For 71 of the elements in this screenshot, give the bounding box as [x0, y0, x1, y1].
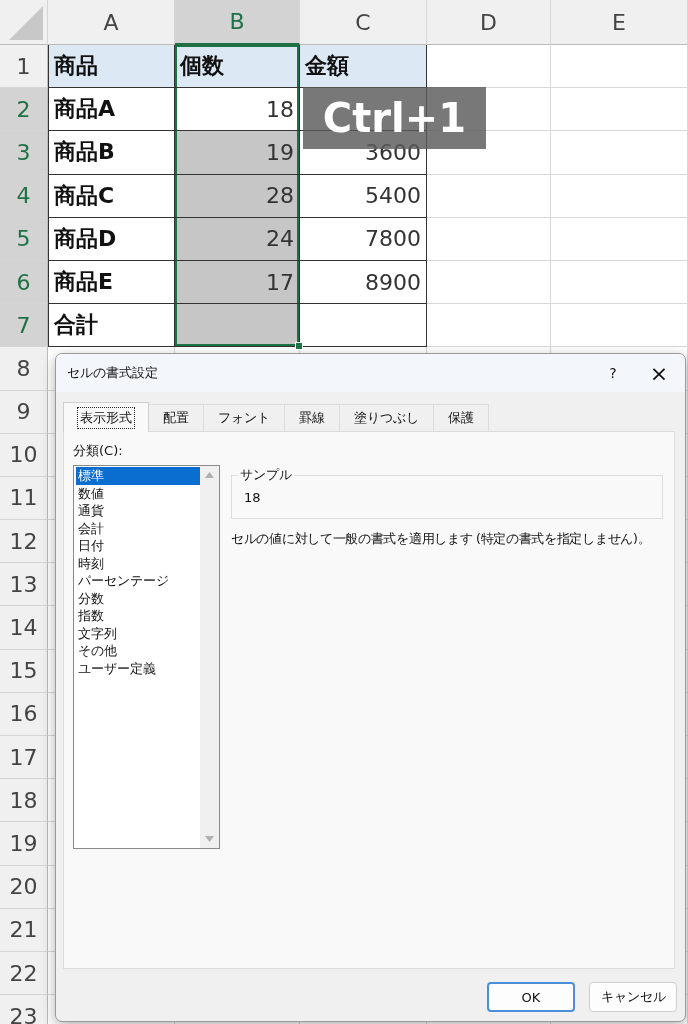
column-header[interactable]: B — [175, 0, 300, 45]
list-item[interactable]: 分数 — [76, 589, 200, 607]
scroll-up-icon[interactable] — [205, 472, 214, 478]
column-header[interactable]: A — [48, 0, 175, 45]
list-item[interactable]: 指数 — [76, 607, 200, 625]
column-header[interactable]: E — [551, 0, 688, 45]
list-item[interactable]: その他 — [76, 642, 200, 660]
table-cell[interactable]: 8900 — [300, 260, 427, 305]
row-header[interactable]: 21 — [0, 908, 48, 952]
row-header[interactable]: 12 — [0, 520, 48, 564]
dialog-title: セルの書式設定 — [67, 364, 159, 382]
row-header[interactable]: 10 — [0, 433, 48, 477]
list-item[interactable]: 日付 — [76, 537, 200, 555]
row-header[interactable]: 17 — [0, 736, 48, 780]
list-item[interactable]: ユーザー定義 — [76, 659, 200, 677]
list-item[interactable]: 通貨 — [76, 502, 200, 520]
field-label: 分類(C): — [73, 442, 124, 460]
row-header[interactable]: 6 — [0, 260, 48, 305]
row-header[interactable]: 7 — [0, 304, 48, 348]
row-header[interactable]: 8 — [0, 347, 48, 391]
table-cell[interactable]: 個数 — [175, 45, 300, 89]
tab[interactable]: 表示形式 — [63, 402, 149, 432]
row-header[interactable]: 20 — [0, 865, 48, 909]
row-header[interactable]: 23 — [0, 995, 48, 1024]
row-header[interactable]: 3 — [0, 131, 48, 175]
table-cell[interactable]: 19 — [175, 131, 300, 175]
row-header[interactable]: 2 — [0, 88, 48, 132]
row-header[interactable]: 9 — [0, 390, 48, 434]
sample-value: 18 — [244, 490, 261, 505]
table-cell[interactable]: 17 — [175, 260, 300, 305]
row-header[interactable]: 5 — [0, 217, 48, 261]
table-cell[interactable]: 28 — [175, 174, 300, 218]
table-cell[interactable]: 5400 — [300, 174, 427, 218]
row-header[interactable]: 13 — [0, 563, 48, 607]
table-cell[interactable]: 商品 — [48, 45, 175, 89]
help-button[interactable]: ? — [593, 365, 633, 381]
row-header[interactable]: 22 — [0, 951, 48, 996]
table-cell[interactable]: 18 — [175, 88, 300, 132]
row-header[interactable]: 19 — [0, 822, 48, 866]
row-header[interactable]: 18 — [0, 779, 48, 823]
shortcut-overlay: Ctrl+1 — [303, 87, 486, 149]
fill-handle[interactable] — [295, 342, 303, 351]
row-header[interactable]: 1 — [0, 45, 48, 89]
row-header[interactable]: 16 — [0, 692, 48, 736]
table-cell[interactable]: 金額 — [300, 45, 427, 89]
scroll-down-icon[interactable] — [205, 836, 214, 842]
list-item[interactable]: 時刻 — [76, 554, 200, 572]
column-header[interactable]: C — [300, 0, 427, 45]
table-cell[interactable]: 商品A — [48, 88, 175, 132]
list-item[interactable]: 標準 — [76, 467, 200, 485]
list-item[interactable]: 数値 — [76, 484, 200, 502]
table-cell[interactable]: 7800 — [300, 217, 427, 261]
row-header[interactable]: 15 — [0, 649, 48, 693]
table-cell[interactable]: 24 — [175, 217, 300, 261]
group-label: サンプル — [238, 466, 294, 484]
column-header[interactable]: D — [427, 0, 551, 45]
ok-button[interactable]: OK — [487, 982, 575, 1012]
table-cell[interactable] — [175, 304, 300, 348]
scrollbar[interactable] — [200, 466, 219, 848]
close-button[interactable]: × — [633, 360, 685, 386]
table-cell[interactable] — [300, 304, 427, 348]
row-header[interactable]: 11 — [0, 476, 48, 521]
description-text: セルの値に対して一般の書式を適用します (特定の書式を指定しません)。 — [231, 531, 652, 548]
tab[interactable]: 保護 — [433, 404, 489, 431]
list-item[interactable]: パーセンテージ — [76, 572, 200, 590]
list-item[interactable]: 文字列 — [76, 624, 200, 642]
category-list[interactable]: 標準 数値 通貨 会計 日付 時刻 パーセンテージ 分数 指数 文字列 その他 ユーザー定義 — [73, 465, 220, 849]
cancel-button[interactable]: キャンセル — [589, 982, 677, 1012]
row-header[interactable]: 14 — [0, 606, 48, 650]
list-item[interactable]: 会計 — [76, 519, 200, 537]
row-header[interactable]: 4 — [0, 174, 48, 218]
